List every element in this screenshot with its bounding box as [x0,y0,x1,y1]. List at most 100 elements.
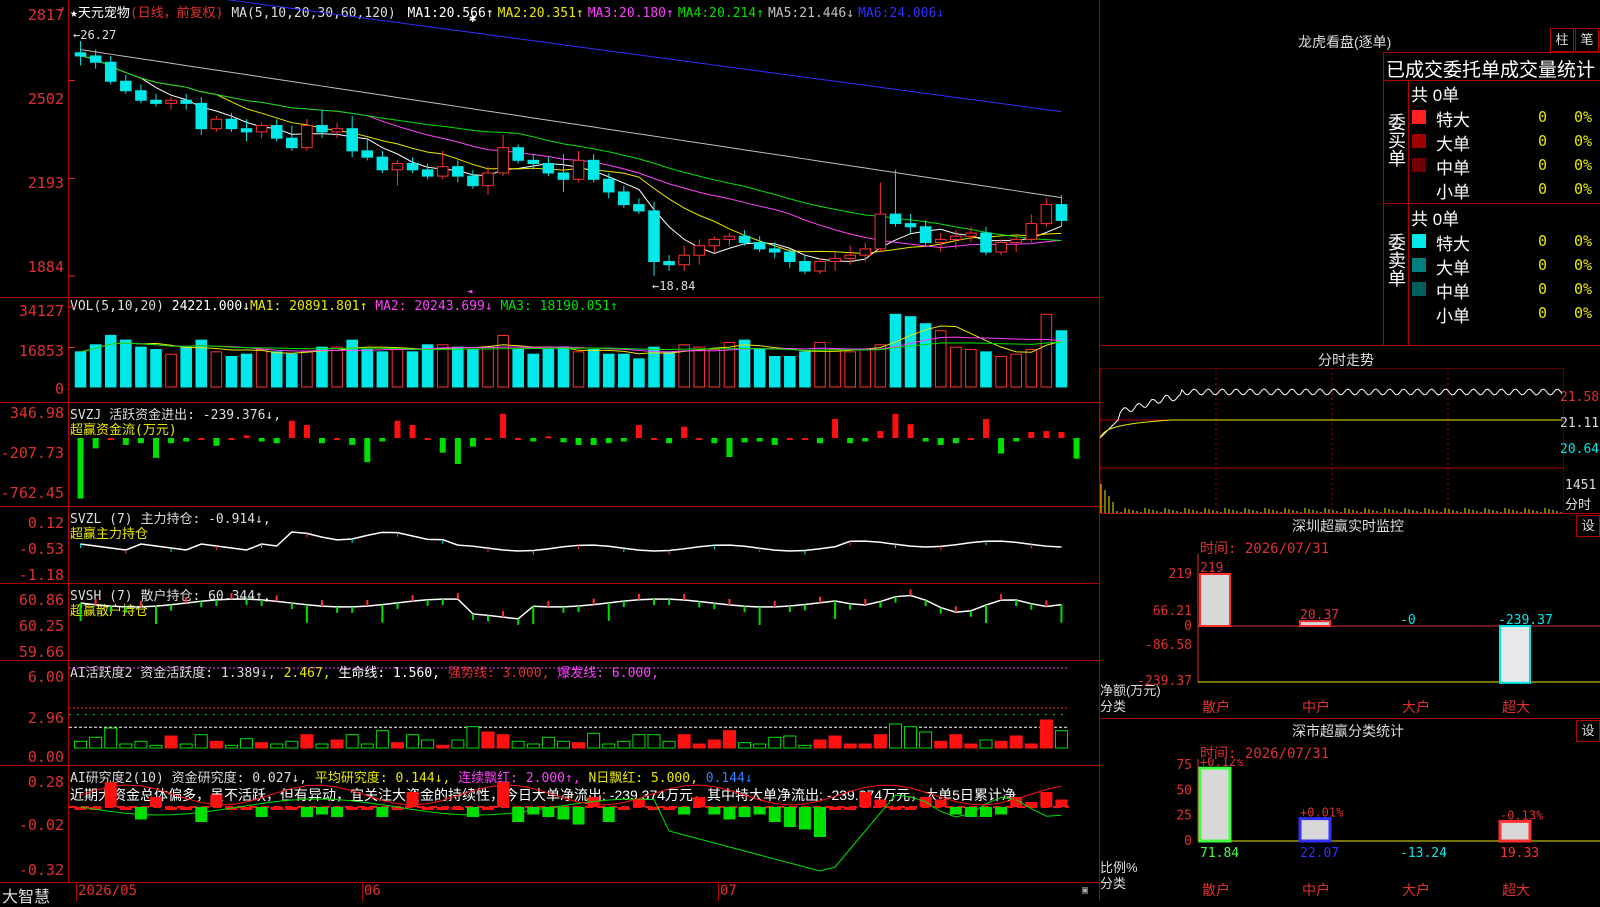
sz-settings-button[interactable]: 设 [1576,515,1600,537]
stat-count: 0 [1538,256,1548,274]
volume-bar [799,351,811,388]
svzj-bar [560,438,567,443]
ma-line-5 [80,55,1062,263]
svzj-bar [1058,431,1065,438]
svzl-pane[interactable]: SVZL (7) 主力持仓: -0.914↓, 超赢主力持仓 0.12 -0.5… [0,506,1100,584]
ai-activity-bar [1009,735,1023,749]
volume-bar [965,348,977,388]
y-label: 6.00 [27,668,64,686]
volume-bar [633,358,645,388]
color-swatch [1412,134,1426,148]
candle-body [844,254,856,259]
ai-research-bar [617,807,630,810]
ai-research-pane[interactable]: AI研究度2(10) 资金研究度: 0.027↓, 平均研究度: 0.144↓,… [0,765,1100,882]
svzj-pane[interactable]: SVZJ 活跃资金进出: -239.376↓, 超赢资金流(万元) 346.98… [0,402,1100,507]
longhu-panel: 龙虎看盘(逐单) 柱 笔 已成交委托单成交量统计 委买单 共 0单 特大 0 0% 大… [1100,0,1600,346]
ai-activity-bar [692,743,706,749]
svzl-chart[interactable] [69,506,1099,583]
tick-mode-button[interactable]: 笔 [1575,28,1599,52]
sell-rows: 特大 0 0% 大单 0 0% 中单 0 0% 小单 0 0% [1410,229,1600,326]
svzl-line [80,531,1062,552]
volume-bar [150,348,162,388]
ai-activity-bar [270,743,284,749]
stat-count: 0 [1538,304,1548,322]
sm-value-label: 22.07 [1300,846,1339,861]
intraday-chart[interactable] [1100,368,1564,514]
stat-pct: 0% [1574,180,1593,198]
ai-activity-bar [798,744,812,749]
color-swatch [1412,306,1426,320]
volume-bar [602,353,615,388]
kline-chart[interactable]: ←26.27 ←18.84 ✱ ◄ [69,0,1099,297]
ai-activity-bar [119,743,133,749]
sz-bar-label: -239.37 [1498,613,1553,628]
svzj-bar [137,438,144,444]
volume-bar [346,339,358,388]
svzj-bar [77,438,84,499]
ai-activity-pane[interactable]: AI活跃度2 资金活跃度: 1.389↓, 2.467, 生命线: 1.560,… [0,660,1100,766]
ai-research-chart[interactable] [69,765,1099,882]
volume-bar [225,356,238,388]
stat-name: 大单 [1436,135,1470,154]
bar-mode-button[interactable]: 柱 [1550,28,1574,52]
svzj-chart[interactable] [69,402,1099,506]
intraday-y: 20.64 [1560,442,1600,457]
ai-activity-bar [888,723,902,749]
lock-icon[interactable]: ▣ [1082,885,1088,896]
ai-research-bar [421,807,434,810]
svzj-bar [771,438,778,445]
buy-sell-divider [1384,203,1600,204]
stat-row: 特大 0 0% [1410,229,1600,254]
ai-activity-chart[interactable] [69,660,1099,765]
sm-bar-chart[interactable]: 75 50 25 0 +0.12% 71.84 散户 +0.01% 22.07 中户 -13.24 大… [1100,759,1600,901]
intraday-panel[interactable]: 分时走势 21.58 21.11 20.64 1451 分时 [1100,345,1600,514]
candle-body [602,178,615,193]
color-swatch [1412,258,1426,272]
intraday-vol-label: 分时 [1565,497,1592,512]
candle-body [678,254,690,266]
volume-bar [361,348,374,388]
candle-body [195,102,208,130]
svzj-bar [832,418,839,438]
volume-bar [708,348,721,388]
volume-bar [1055,330,1068,388]
candle-body [980,232,992,253]
sm-value-label: 19.33 [1500,846,1539,861]
kline-pane[interactable]: ↗ ★天元宠物(日线，前复权) MA(5,10,20,30,60,120) MA… [0,0,1100,298]
svzj-bar [620,438,627,442]
svzj-bar [198,438,205,440]
svsh-pane[interactable]: SVSH (7) 散户持仓: 60.344↑, 超赢散户持仓 60.86 60.… [0,583,1100,661]
volume-bar [874,344,887,388]
candle-body [391,162,404,171]
candle-body [542,162,555,174]
svzj-bar [726,438,733,458]
candle-body [527,159,540,164]
ai-research-bar [331,807,344,817]
stat-row: 中单 0 0% [1410,277,1600,302]
candle-body [482,172,494,187]
candle-body [497,147,509,174]
ai-research-bar [708,807,721,815]
volume-chart[interactable] [69,297,1099,402]
sm-stats-panel[interactable]: 深市超赢分类统计 设 时间: 2026/07/31 比例% 分类 75 50 25 0… [1100,718,1600,901]
sz-monitor-panel[interactable]: 深圳超赢实时监控 设 时间: 2026/07/31 净额(万元) 分类 219 6… [1100,513,1600,719]
ai-research-bar [798,807,811,830]
ai-activity-bar [919,731,933,749]
svsh-chart[interactable] [69,583,1099,660]
sm-settings-button[interactable]: 设 [1576,720,1600,742]
ai-research-bar [1040,792,1053,807]
date-label: 07 [720,883,737,899]
ai-activity-bar [179,743,193,749]
stat-count: 0 [1538,156,1548,174]
candle-body [753,242,766,250]
svzj-bar [379,438,386,442]
volume-pane[interactable]: VOL(5,10,20) 24221.000↓MA1: 20891.801↑ M… [0,297,1100,403]
ai-activity-bar [315,743,329,749]
ai-activity-bar [1024,743,1038,749]
candle-body [738,235,751,244]
ai-research-bar [150,797,162,807]
svzj-bar [258,438,265,442]
sz-bar-chart[interactable]: 219 66.210 -86.58 -239.37 219 散户 20.37 中户 -0 大户 -2… [1100,554,1600,719]
volume-bar [301,351,313,388]
svzj-bar [273,438,280,444]
